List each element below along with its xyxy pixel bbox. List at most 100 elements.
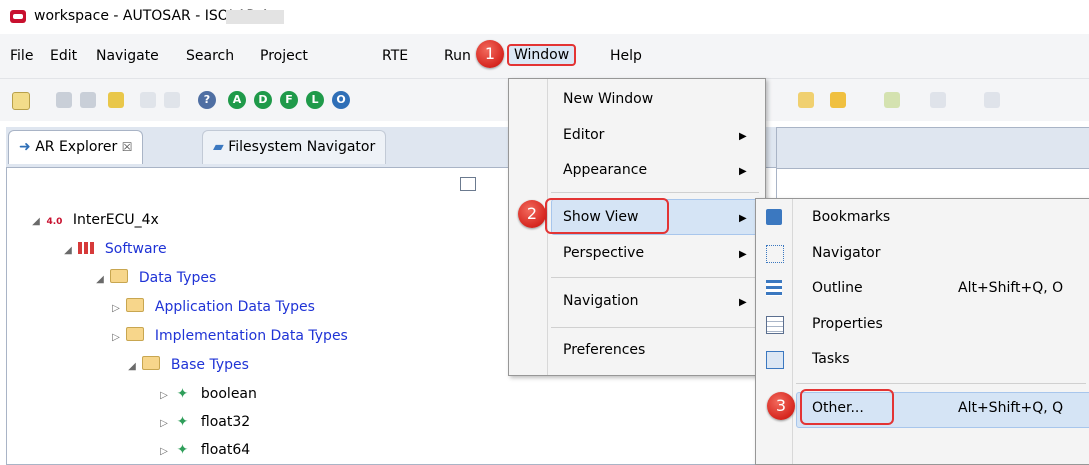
save-icon[interactable] — [56, 92, 72, 108]
menu-item-navigation[interactable]: Navigation — [563, 293, 639, 309]
menu-search[interactable]: Search — [182, 46, 238, 66]
expanded-arrow-icon: ◢ — [32, 216, 40, 227]
menu-edit[interactable]: Edit — [46, 46, 81, 66]
submenu-arrow-icon: ▶ — [739, 297, 747, 308]
folder-icon — [142, 356, 161, 370]
step-badge-1: 1 — [476, 40, 504, 68]
menu-item-new-window[interactable]: New Window — [563, 91, 653, 107]
toolbar-circle-o-icon[interactable]: O — [332, 91, 350, 109]
bookmarks-icon — [766, 209, 782, 225]
menu-file[interactable]: File — [6, 46, 37, 66]
tree-label-impl-types: Implementation Data Types — [154, 328, 348, 344]
tree-row-base-types[interactable]: ◢ Base Types — [126, 355, 249, 375]
menu-separator — [551, 327, 759, 328]
submenu-separator — [796, 383, 1086, 384]
submenu-item-outline[interactable]: Outline — [812, 280, 863, 296]
tab-ar-explorer[interactable]: ➜ AR Explorer ☒ — [8, 130, 144, 164]
collapsed-arrow-icon: ▷ — [160, 390, 168, 401]
tree-label-boolean: boolean — [200, 386, 257, 402]
save-all-icon[interactable] — [80, 92, 96, 108]
menu-item-editor[interactable]: Editor — [563, 127, 604, 143]
outline-shortcut: Alt+Shift+Q, O — [958, 280, 1064, 296]
pencil-icon[interactable] — [830, 92, 846, 108]
toolbar-circle-d-icon[interactable]: D — [254, 91, 272, 109]
submenu-arrow-icon: ▶ — [739, 249, 747, 260]
menu-separator — [551, 277, 759, 278]
annotation-icon[interactable] — [884, 92, 900, 108]
tree-label-software: Software — [104, 241, 167, 257]
tree-row-data-types[interactable]: ◢ Data Types — [94, 268, 216, 288]
tab-close-icon[interactable]: ☒ — [122, 140, 133, 154]
tree-label-float64: float64 — [200, 442, 251, 458]
submenu-gutter — [792, 199, 793, 464]
collapsed-arrow-icon: ▷ — [160, 418, 168, 429]
folder-icon — [126, 327, 145, 341]
app-logo-icon — [10, 10, 26, 23]
tree-row-root[interactable]: ◢ 4.0 InterECU_4x — [30, 210, 159, 230]
menu-help[interactable]: Help — [606, 46, 646, 66]
tree-label-app-types: Application Data Types — [154, 299, 315, 315]
other-callout-box — [800, 389, 894, 425]
blurred-title-region — [226, 10, 284, 24]
toolbar-circle-l-icon[interactable]: L — [306, 91, 324, 109]
tree-row-boolean[interactable]: ▷ ✦ boolean — [158, 384, 257, 404]
title-bar: workspace - AUTOSAR - ISOLAR-A — [0, 0, 1089, 34]
tab-filesystem-navigator[interactable]: ▰ Filesystem Navigator — [202, 130, 387, 164]
expanded-arrow-icon: ◢ — [96, 274, 104, 285]
submenu-item-tasks[interactable]: Tasks — [812, 351, 850, 367]
new-file-icon[interactable] — [12, 92, 30, 110]
diamond-icon: ✦ — [176, 386, 189, 402]
expanded-arrow-icon: ◢ — [128, 361, 136, 372]
tree-row-software[interactable]: ◢ Software — [62, 239, 167, 259]
step-badge-2: 2 — [518, 200, 546, 228]
toolbar-circle-a-icon[interactable]: A — [228, 91, 246, 109]
menu-window[interactable]: Window — [507, 44, 577, 66]
step-badge-3: 3 — [767, 392, 795, 420]
menu-run[interactable]: Run — [440, 46, 475, 66]
software-icon — [78, 242, 95, 254]
nav-prev-icon[interactable] — [930, 92, 946, 108]
show-view-callout-box — [545, 198, 669, 234]
editor-tab-strip — [777, 128, 1089, 169]
tree-row-app-types[interactable]: ▷ Application Data Types — [110, 297, 315, 317]
collapsed-arrow-icon: ▷ — [160, 446, 168, 457]
menu-item-perspective[interactable]: Perspective — [563, 245, 644, 261]
menu-rte[interactable]: RTE — [378, 46, 412, 66]
navigator-icon — [766, 245, 784, 263]
nav-next-icon[interactable] — [984, 92, 1000, 108]
toolbar-folder-icon[interactable] — [798, 92, 814, 108]
menu-item-preferences[interactable]: Preferences — [563, 342, 645, 358]
tab-ar-explorer-label: AR Explorer — [35, 139, 118, 155]
properties-icon — [766, 316, 784, 334]
tool-icon[interactable] — [108, 92, 124, 108]
other-shortcut: Alt+Shift+Q, Q — [958, 400, 1064, 416]
submenu-item-navigator[interactable]: Navigator — [812, 245, 881, 261]
project-icon: 4.0 — [46, 217, 63, 227]
tree-row-impl-types[interactable]: ▷ Implementation Data Types — [110, 326, 348, 346]
tree-row-float32[interactable]: ▷ ✦ float32 — [158, 412, 250, 432]
submenu-item-properties[interactable]: Properties — [812, 316, 883, 332]
tree-label-float32: float32 — [200, 414, 251, 430]
help-icon[interactable]: ? — [198, 91, 216, 109]
tree-row-float64[interactable]: ▷ ✦ float64 — [158, 440, 250, 460]
back-icon[interactable] — [140, 92, 156, 108]
collapsed-arrow-icon: ▷ — [112, 332, 120, 343]
tab-filesystem-label: Filesystem Navigator — [228, 139, 376, 155]
collapse-all-icon[interactable] — [460, 177, 476, 191]
expanded-arrow-icon: ◢ — [64, 245, 72, 256]
menu-bar: File Edit Navigate Search Project RTE Ru… — [0, 34, 1089, 79]
menu-item-appearance[interactable]: Appearance — [563, 162, 647, 178]
toolbar-circle-f-icon[interactable]: F — [280, 91, 298, 109]
tree-label-data-types: Data Types — [138, 270, 217, 286]
forward-icon[interactable] — [164, 92, 180, 108]
submenu-arrow-icon: ▶ — [739, 131, 747, 142]
submenu-item-bookmarks[interactable]: Bookmarks — [812, 209, 890, 225]
menu-project[interactable]: Project — [256, 46, 312, 66]
submenu-arrow-icon: ▶ — [739, 166, 747, 177]
menu-navigate[interactable]: Navigate — [92, 46, 163, 66]
folder-icon — [110, 269, 129, 283]
filesystem-icon: ▰ — [213, 139, 224, 155]
collapsed-arrow-icon: ▷ — [112, 303, 120, 314]
outline-icon — [766, 280, 782, 296]
menu-separator — [551, 192, 759, 193]
